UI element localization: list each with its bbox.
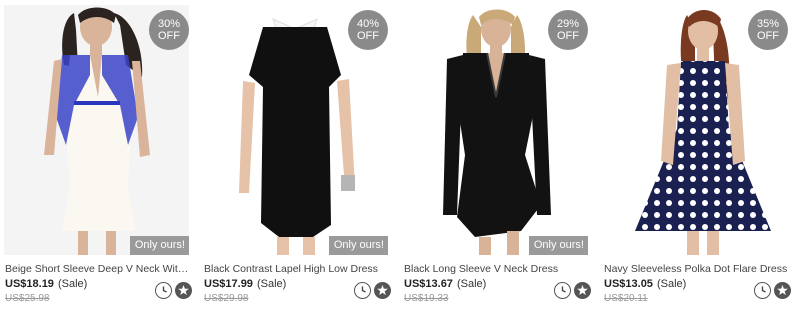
discount-percent: 29% — [556, 18, 580, 30]
discount-percent: 40% — [356, 18, 380, 30]
product-name-link[interactable]: Beige Short Sleeve Deep V Neck With ... — [5, 263, 190, 275]
product-name-link[interactable]: Black Long Sleeve V Neck Dress — [404, 263, 589, 275]
clock-icon[interactable] — [554, 282, 571, 299]
star-icon[interactable] — [374, 282, 391, 299]
star-icon[interactable] — [774, 282, 791, 299]
sale-label: (Sale) — [657, 278, 687, 290]
product-actions — [155, 282, 195, 299]
discount-off: OFF — [757, 30, 779, 42]
discount-badge: 40% OFF — [348, 10, 388, 50]
clock-icon[interactable] — [155, 282, 172, 299]
discount-badge: 29% OFF — [548, 10, 588, 50]
sale-label: (Sale) — [257, 278, 287, 290]
product-image[interactable]: 35% OFF — [603, 5, 788, 255]
discount-percent: 35% — [756, 18, 780, 30]
discount-off: OFF — [357, 30, 379, 42]
discount-percent: 30% — [157, 18, 181, 30]
original-price: US$19.33 — [404, 293, 449, 304]
sale-label: (Sale) — [58, 278, 88, 290]
product-actions — [754, 282, 794, 299]
discount-off: OFF — [557, 30, 579, 42]
sale-price: US$13.67 — [404, 278, 453, 290]
product-grid: 30% OFF Only ours! Beige Short Sleeve De… — [0, 0, 800, 325]
sale-label: (Sale) — [457, 278, 487, 290]
product-actions — [554, 282, 594, 299]
product-name-link[interactable]: Black Contrast Lapel High Low Dress — [204, 263, 389, 275]
clock-icon[interactable] — [754, 282, 771, 299]
product-card[interactable]: 30% OFF Only ours! Beige Short Sleeve De… — [4, 0, 194, 325]
discount-badge: 30% OFF — [149, 10, 189, 50]
star-icon[interactable] — [175, 282, 192, 299]
discount-badge: 35% OFF — [748, 10, 788, 50]
clock-icon[interactable] — [354, 282, 371, 299]
star-icon[interactable] — [574, 282, 591, 299]
price-row: US$18.19 (Sale) — [5, 278, 87, 290]
product-card[interactable]: 35% OFF Navy Sleeveless Polka Dot Flare … — [603, 0, 793, 325]
discount-off: OFF — [158, 30, 180, 42]
exclusive-tag: Only ours! — [328, 236, 388, 255]
sale-price: US$18.19 — [5, 278, 54, 290]
price-row: US$13.05 (Sale) — [604, 278, 686, 290]
original-price: US$25.98 — [5, 293, 50, 304]
product-name-link[interactable]: Navy Sleeveless Polka Dot Flare Dress — [604, 263, 789, 275]
exclusive-tag: Only ours! — [129, 236, 189, 255]
product-image[interactable]: 30% OFF Only ours! — [4, 5, 189, 255]
original-price: US$29.98 — [204, 293, 249, 304]
sale-price: US$13.05 — [604, 278, 653, 290]
sale-price: US$17.99 — [204, 278, 253, 290]
original-price: US$20.11 — [604, 293, 648, 304]
price-row: US$17.99 (Sale) — [204, 278, 286, 290]
product-card[interactable]: 40% OFF Only ours! Black Contrast Lapel … — [203, 0, 393, 325]
product-image[interactable]: 40% OFF Only ours! — [203, 5, 388, 255]
exclusive-tag: Only ours! — [528, 236, 588, 255]
price-row: US$13.67 (Sale) — [404, 278, 486, 290]
product-card[interactable]: 29% OFF Only ours! Black Long Sleeve V N… — [403, 0, 593, 325]
product-actions — [354, 282, 394, 299]
product-image[interactable]: 29% OFF Only ours! — [403, 5, 588, 255]
